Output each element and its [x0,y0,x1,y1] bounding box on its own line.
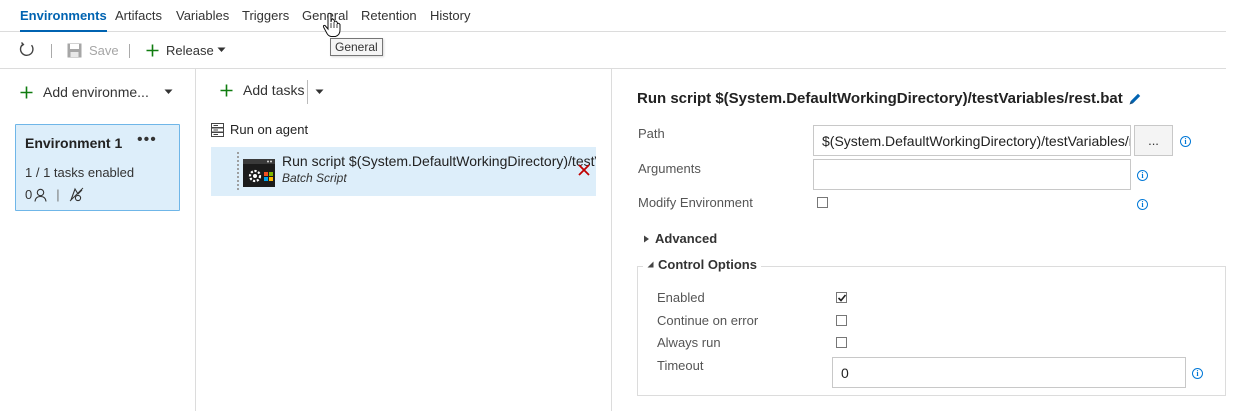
approver-count: 0 [25,187,33,202]
enabled-checkbox[interactable] [836,292,847,303]
triangle-down-icon [647,261,654,268]
caret-down-icon [217,47,226,52]
triangle-right-icon [644,235,649,242]
toolbar-separator [129,44,130,58]
browse-button[interactable]: ... [1134,125,1173,156]
advanced-section-toggle[interactable]: Advanced [643,231,717,246]
add-environment-button[interactable]: Add environme... [20,84,173,100]
modify-environment-checkbox[interactable] [817,197,828,208]
enabled-label: Enabled [657,290,705,305]
tooltip: General [330,38,383,56]
task-details-title: Run script $(System.DefaultWorkingDirect… [637,90,1142,107]
continue-on-error-checkbox[interactable] [836,315,847,326]
details-title-text: Run script $(System.DefaultWorkingDirect… [637,90,1123,107]
batch-script-icon [243,159,275,187]
release-label: Release [166,42,214,58]
environment-task-status: 1 / 1 tasks enabled [25,165,135,180]
always-run-label: Always run [657,335,721,350]
arguments-input[interactable] [813,159,1131,190]
environment-card[interactable]: Environment 1 ••• 1 / 1 tasks enabled 0 … [15,124,180,211]
advanced-label: Advanced [655,231,718,246]
run-on-agent-phase[interactable]: Run on agent [211,122,308,137]
edit-pencil-icon[interactable] [1128,92,1142,106]
server-icon [211,122,224,137]
arguments-label: Arguments [638,161,701,176]
plus-icon [20,86,33,98]
column-divider [611,69,612,411]
meta-separator: | [56,187,60,202]
plus-icon [220,84,233,96]
info-icon[interactable]: i [1137,199,1148,210]
path-input[interactable]: $(System.DefaultWorkingDirectory)/testVa… [813,125,1131,156]
deployment-conditions-icon[interactable] [69,187,84,202]
save-icon [67,43,82,57]
release-button[interactable]: Release [146,32,226,68]
checkmark-icon [837,294,847,302]
top-tab-bar: Environments Artifacts Variables Trigger… [0,0,1226,32]
environment-title: Environment 1 [25,135,123,151]
tab-retention[interactable]: Retention [361,8,417,23]
save-label: Save [89,42,119,58]
add-tasks-button[interactable]: Add tasks [220,82,304,98]
task-title: Run script $(System.DefaultWorkingDirect… [282,153,596,169]
path-label: Path [638,126,665,141]
save-button[interactable]: Save [67,32,119,68]
refresh-button[interactable] [18,32,36,68]
more-options-icon[interactable]: ••• [137,131,157,149]
tab-environments[interactable]: Environments [20,8,107,32]
info-icon[interactable]: i [1137,170,1148,181]
add-tasks-label: Add tasks [243,82,305,98]
info-icon[interactable]: i [1192,368,1203,379]
environment-meta: 0 | [25,187,84,202]
timeout-input[interactable]: 0 [832,357,1186,388]
person-icon[interactable] [34,188,47,202]
caret-down-icon[interactable] [315,89,324,95]
modify-environment-label: Modify Environment [638,195,753,210]
tab-variables[interactable]: Variables [176,8,229,23]
caret-down-icon [164,89,173,94]
control-options-toggle[interactable]: Control Options [643,257,761,272]
add-environment-label: Add environme... [43,84,149,100]
continue-on-error-label: Continue on error [657,313,759,328]
toolbar-separator [51,44,52,58]
task-item[interactable]: Run script $(System.DefaultWorkingDirect… [211,147,596,196]
refresh-icon [19,42,34,57]
info-icon[interactable]: i [1180,136,1191,147]
delete-icon[interactable] [578,164,590,176]
always-run-checkbox[interactable] [836,337,847,348]
phase-label: Run on agent [230,122,309,137]
plus-icon [146,44,159,56]
hand-cursor-icon [322,12,341,37]
tab-triggers[interactable]: Triggers [242,8,289,23]
timeout-label: Timeout [657,358,704,373]
tab-history[interactable]: History [430,8,470,23]
column-divider [195,69,196,411]
drag-handle[interactable] [236,151,240,192]
control-options-label: Control Options [658,257,757,272]
toolbar: Save Release [0,32,1226,69]
task-subtitle: Batch Script [282,171,347,185]
add-tasks-separator [307,80,308,104]
tab-artifacts[interactable]: Artifacts [115,8,162,23]
